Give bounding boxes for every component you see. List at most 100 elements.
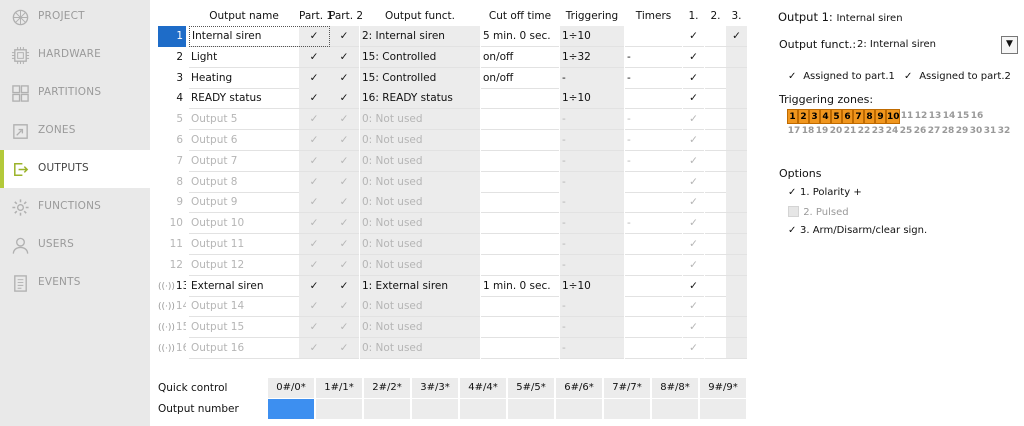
output-funct-cell[interactable]: 0: Not used <box>360 130 480 151</box>
output-number-input[interactable] <box>268 399 315 419</box>
table-row[interactable]: 6 Output 6 ✓ ✓ 0: Not used - - ✓ <box>158 130 748 151</box>
part1-check-cell[interactable]: ✓ <box>299 192 329 213</box>
part2-check-cell[interactable]: ✓ <box>329 68 359 89</box>
part2-check-cell[interactable]: ✓ <box>329 88 359 109</box>
zone3-check-cell[interactable] <box>726 88 747 109</box>
zone1-check-cell[interactable]: ✓ <box>683 276 704 297</box>
table-row[interactable]: ((·))13 External siren ✓ ✓ 1: External siren… <box>158 275 748 297</box>
zone-toggle[interactable]: 3 <box>809 109 820 124</box>
zone3-check-cell[interactable] <box>726 338 747 359</box>
zone3-check-cell[interactable] <box>726 255 747 276</box>
zone-toggle[interactable]: 13 <box>928 109 942 124</box>
timers-cell[interactable] <box>625 255 682 276</box>
header-part1[interactable]: Part. 1 <box>299 6 333 26</box>
zone-toggle[interactable]: 11 <box>900 109 914 124</box>
zone2-check-cell[interactable] <box>705 68 726 89</box>
zone-toggle[interactable]: 2 <box>798 109 809 124</box>
zone3-check-cell[interactable] <box>726 192 747 213</box>
table-row[interactable]: 7 Output 7 ✓ ✓ 0: Not used - - ✓ <box>158 150 748 172</box>
part2-check-cell[interactable]: ✓ <box>329 130 359 151</box>
triggering-cell[interactable]: - <box>560 317 624 338</box>
zone1-check-cell[interactable]: ✓ <box>683 338 704 359</box>
triggering-cell[interactable]: - <box>560 296 624 317</box>
part1-check-cell[interactable]: ✓ <box>299 68 329 89</box>
timers-cell[interactable]: - <box>625 68 682 89</box>
part1-check-cell[interactable]: ✓ <box>299 213 329 234</box>
part2-check-cell[interactable]: ✓ <box>329 338 359 359</box>
cut-off-time-cell[interactable]: on/off <box>481 47 559 68</box>
output-funct-cell[interactable]: 0: Not used <box>360 172 480 193</box>
timers-cell[interactable] <box>625 192 682 213</box>
cut-off-time-cell[interactable] <box>481 192 559 213</box>
zone-toggle[interactable]: 19 <box>815 124 829 139</box>
output-number-input[interactable] <box>412 399 459 419</box>
zone1-check-cell[interactable]: ✓ <box>683 234 704 255</box>
zone-toggle[interactable]: 14 <box>942 109 956 124</box>
zone2-check-cell[interactable] <box>705 88 726 109</box>
triggering-cell[interactable]: - <box>560 130 624 151</box>
zone-toggle[interactable]: 29 <box>955 124 969 139</box>
option-checkbox[interactable]: ✓ 3. Arm/Disarm/clear sign. <box>788 225 927 236</box>
cut-off-time-cell[interactable] <box>481 88 559 109</box>
part2-check-cell[interactable]: ✓ <box>329 109 359 130</box>
output-funct-cell[interactable]: 15: Controlled <box>360 47 480 68</box>
triggering-cell[interactable]: - <box>560 151 624 172</box>
zone-toggle[interactable]: 5 <box>831 109 842 124</box>
zone2-check-cell[interactable] <box>705 296 726 317</box>
output-number-input[interactable] <box>316 399 363 419</box>
zone2-check-cell[interactable] <box>705 234 726 255</box>
cut-off-time-cell[interactable]: 1 min. 0 sec. <box>481 276 559 297</box>
table-row[interactable]: 9 Output 9 ✓ ✓ 0: Not used - ✓ <box>158 192 748 214</box>
zone2-check-cell[interactable] <box>705 317 726 338</box>
part2-check-cell[interactable]: ✓ <box>329 213 359 234</box>
output-funct-cell[interactable]: 0: Not used <box>360 296 480 317</box>
table-row[interactable]: ((·))15 Output 15 ✓ ✓ 0: Not used - ✓ <box>158 317 748 339</box>
timers-cell[interactable]: - <box>625 151 682 172</box>
zone1-check-cell[interactable]: ✓ <box>683 109 704 130</box>
sidebar-item-zones[interactable]: ZONES <box>0 112 150 150</box>
table-row[interactable]: 11 Output 11 ✓ ✓ 0: Not used - ✓ <box>158 234 748 255</box>
zone3-check-cell[interactable] <box>726 213 747 234</box>
zone-toggle[interactable]: 24 <box>885 124 899 139</box>
cut-off-time-cell[interactable] <box>481 213 559 234</box>
part2-check-cell[interactable]: ✓ <box>329 296 359 317</box>
output-funct-cell[interactable]: 0: Not used <box>360 109 480 130</box>
zone3-check-cell[interactable] <box>726 317 747 338</box>
timers-cell[interactable]: - <box>625 47 682 68</box>
header-zone1[interactable]: 1. <box>683 6 704 26</box>
triggering-cell[interactable]: 1÷10 <box>560 276 624 297</box>
timers-cell[interactable] <box>625 296 682 317</box>
zone-toggle[interactable]: 4 <box>820 109 831 124</box>
zone2-check-cell[interactable] <box>705 109 726 130</box>
header-timers[interactable]: Timers <box>625 6 682 26</box>
zone-toggle[interactable]: 22 <box>857 124 871 139</box>
cut-off-time-cell[interactable] <box>481 255 559 276</box>
sidebar-item-partitions[interactable]: PARTITIONS <box>0 74 150 112</box>
timers-cell[interactable]: - <box>625 213 682 234</box>
cut-off-time-cell[interactable] <box>481 172 559 193</box>
part1-check-cell[interactable]: ✓ <box>299 338 329 359</box>
zone-toggle[interactable]: 21 <box>843 124 857 139</box>
zone1-check-cell[interactable]: ✓ <box>683 255 704 276</box>
zone1-check-cell[interactable]: ✓ <box>683 88 704 109</box>
part2-check-cell[interactable]: ✓ <box>329 255 359 276</box>
triggering-cell[interactable]: - <box>560 109 624 130</box>
triggering-cell[interactable]: 1÷10 <box>560 88 624 109</box>
zone1-check-cell[interactable]: ✓ <box>683 68 704 89</box>
quick-control-button[interactable]: 6#/6* <box>556 378 603 398</box>
assigned-part1-checkbox[interactable]: ✓ Assigned to part.1 <box>788 71 895 82</box>
zone1-check-cell[interactable]: ✓ <box>683 26 704 47</box>
zone3-check-cell[interactable] <box>726 276 747 297</box>
timers-cell[interactable]: - <box>625 130 682 151</box>
cut-off-time-cell[interactable] <box>481 317 559 338</box>
chevron-down-icon[interactable]: ▼ <box>1001 36 1018 54</box>
part1-check-cell[interactable]: ✓ <box>299 47 329 68</box>
part1-check-cell[interactable]: ✓ <box>299 172 329 193</box>
part1-check-cell[interactable]: ✓ <box>299 234 329 255</box>
timers-cell[interactable] <box>625 172 682 193</box>
triggering-cell[interactable]: - <box>560 68 624 89</box>
zone-toggle[interactable]: 10 <box>886 109 900 124</box>
zone-toggle[interactable]: 9 <box>875 109 886 124</box>
quick-control-button[interactable]: 9#/9* <box>700 378 747 398</box>
timers-cell[interactable] <box>625 317 682 338</box>
